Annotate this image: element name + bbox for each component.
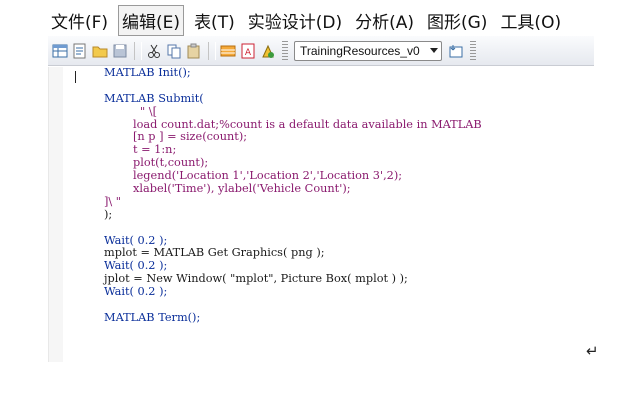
svg-text:A: A (245, 48, 252, 58)
toolbar-separator (208, 41, 216, 60)
paste-icon[interactable] (186, 43, 202, 59)
open-icon[interactable] (92, 43, 108, 59)
toolbar-grip[interactable] (470, 40, 476, 61)
script-editor[interactable]: MATLAB Init(); MATLAB Submit(" \[load cou… (48, 66, 595, 362)
chevron-down-icon[interactable] (430, 47, 438, 53)
code-line: ); (104, 207, 113, 221)
code-line: MATLAB Term(); (104, 310, 201, 324)
editor-gutter (49, 67, 63, 362)
toolbar-grip[interactable] (282, 40, 288, 61)
run-script-icon[interactable] (260, 43, 276, 59)
code-line: xlabel('Time'), ylabel('Vehicle Count'); (133, 182, 351, 196)
data-table-selector[interactable]: TrainingResources_v0 (294, 40, 442, 61)
paragraph-mark-icon: ↵ (586, 342, 599, 360)
menu-edit[interactable]: 编辑(E) (118, 4, 185, 36)
menu-tools[interactable]: 工具(O) (497, 6, 564, 35)
new-script-icon[interactable] (72, 43, 88, 59)
data-table-icon[interactable] (220, 43, 236, 59)
text-cursor (75, 71, 76, 83)
toolbar-separator (134, 41, 142, 60)
code-line: ]\ " (104, 194, 122, 208)
code-line: " \[ (140, 104, 158, 118)
menu-analyze[interactable]: 分析(A) (352, 6, 417, 35)
menu-table[interactable]: 表(T) (191, 6, 238, 35)
save-icon[interactable] (112, 43, 128, 59)
report-icon[interactable]: A (240, 43, 256, 59)
menu-doe[interactable]: 实验设计(D) (245, 6, 345, 35)
script-code: MATLAB Init(); MATLAB Submit(" \[load cou… (104, 66, 482, 325)
toolbar: A TrainingResources_v0 (48, 36, 594, 66)
code-line: MATLAB Submit( (104, 91, 204, 105)
new-data-table-icon[interactable] (52, 43, 68, 59)
data-table-selector-value: TrainingResources_v0 (300, 43, 420, 58)
code-line: Wait( 0.2 ); (104, 285, 168, 299)
menu-graph[interactable]: 图形(G) (424, 6, 490, 35)
copy-icon[interactable] (166, 43, 182, 59)
menu-file[interactable]: 文件(F) (48, 6, 111, 35)
script-editor-window: 文件(F) 编辑(E) 表(T) 实验设计(D) 分析(A) 图形(G) 工具(… (48, 0, 595, 362)
table-link-icon[interactable] (448, 43, 464, 59)
code-line: MATLAB Init(); (104, 66, 191, 79)
menu-bar: 文件(F) 编辑(E) 表(T) 实验设计(D) 分析(A) 图形(G) 工具(… (48, 4, 594, 36)
cut-icon[interactable] (146, 43, 162, 59)
